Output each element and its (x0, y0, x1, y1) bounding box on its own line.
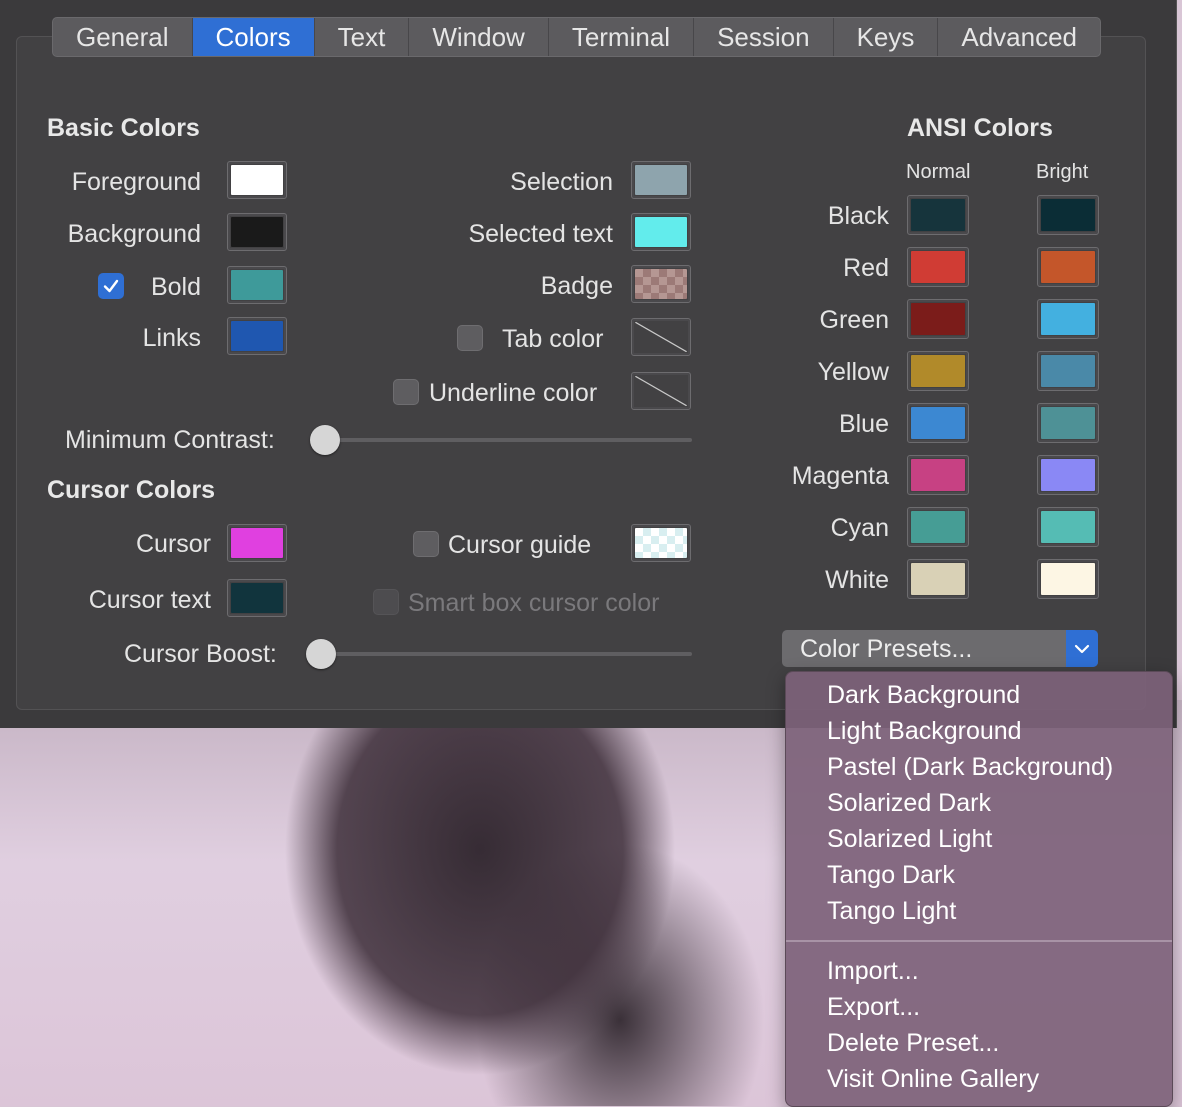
cursor-guide-label: Cursor guide (448, 531, 592, 559)
ansi-blue-normal-color-well[interactable] (907, 403, 969, 443)
bold-checkbox[interactable] (98, 273, 124, 299)
smart-box-cursor-checkbox[interactable] (373, 589, 399, 615)
tab-session[interactable]: Session (694, 18, 834, 56)
badge-color-well[interactable] (631, 265, 691, 303)
cursor-text-color-well[interactable] (227, 579, 287, 617)
cursor-boost-label: Cursor Boost: (124, 640, 277, 668)
badge-label: Badge (540, 272, 613, 300)
menu-item-pastel-dark-background[interactable]: Pastel (Dark Background) (827, 753, 1113, 782)
ansi-normal-column-label: Normal (906, 161, 971, 183)
preferences-window: General Colors Text Window Terminal Sess… (0, 0, 1177, 728)
tab-window[interactable]: Window (409, 18, 549, 56)
smart-box-cursor-label: Smart box cursor color (408, 589, 660, 617)
foreground-label: Foreground (71, 168, 201, 196)
menu-item-import[interactable]: Import... (827, 957, 919, 986)
ansi-cyan-bright-color-well[interactable] (1037, 507, 1099, 547)
minimum-contrast-label: Minimum Contrast: (65, 426, 275, 454)
ansi-red-label: Red (843, 254, 889, 282)
tab-color-label: Tab color (502, 325, 604, 353)
cursor-color-well[interactable] (227, 524, 287, 562)
color-presets-popup-button[interactable]: Color Presets... (782, 630, 1098, 667)
no-color-icon (635, 322, 687, 352)
color-presets-label: Color Presets... (800, 635, 973, 663)
ansi-red-normal-color-well[interactable] (907, 247, 969, 287)
menu-item-tango-light[interactable]: Tango Light (827, 897, 956, 926)
ansi-green-normal-color-well[interactable] (907, 299, 969, 339)
cursor-colors-heading: Cursor Colors (47, 476, 216, 504)
background-color-well[interactable] (227, 213, 287, 251)
tab-keys[interactable]: Keys (834, 18, 939, 56)
ansi-yellow-normal-color-well[interactable] (907, 351, 969, 391)
chevron-down-icon (1066, 630, 1098, 667)
menu-separator (786, 940, 1172, 942)
menu-item-tango-dark[interactable]: Tango Dark (827, 861, 955, 890)
ansi-blue-label: Blue (838, 410, 889, 438)
tab-color-checkbox[interactable] (457, 325, 483, 351)
selected-text-label: Selected text (468, 220, 613, 248)
bold-color-well[interactable] (227, 266, 287, 304)
menu-item-solarized-dark[interactable]: Solarized Dark (827, 789, 991, 818)
ansi-colors-heading: ANSI Colors (907, 114, 1053, 142)
underline-color-checkbox[interactable] (393, 379, 419, 405)
foreground-color-well[interactable] (227, 161, 287, 199)
cursor-guide-color-well[interactable] (631, 524, 691, 562)
color-presets-menu: Dark Background Light Background Pastel … (785, 671, 1173, 1107)
tab-advanced[interactable]: Advanced (938, 18, 1100, 56)
minimum-contrast-slider-knob[interactable] (310, 425, 340, 455)
no-color-icon (635, 376, 687, 406)
ansi-yellow-bright-color-well[interactable] (1037, 351, 1099, 391)
bold-label: Bold (150, 273, 201, 301)
cursor-boost-slider-knob[interactable] (306, 639, 336, 669)
selection-color-well[interactable] (631, 161, 691, 199)
ansi-black-label: Black (827, 202, 889, 230)
links-color-well[interactable] (227, 317, 287, 355)
ansi-magenta-label: Magenta (791, 462, 889, 490)
ansi-blue-bright-color-well[interactable] (1037, 403, 1099, 443)
ansi-red-bright-color-well[interactable] (1037, 247, 1099, 287)
ansi-bright-column-label: Bright (1036, 161, 1089, 183)
ansi-black-normal-color-well[interactable] (907, 195, 969, 235)
ansi-cyan-label: Cyan (830, 514, 889, 542)
menu-item-light-background[interactable]: Light Background (827, 717, 1022, 746)
selected-text-color-well[interactable] (631, 213, 691, 251)
menu-item-export[interactable]: Export... (827, 993, 920, 1022)
tab-bar: General Colors Text Window Terminal Sess… (52, 17, 1102, 57)
links-label: Links (142, 324, 201, 352)
ansi-white-normal-color-well[interactable] (907, 559, 969, 599)
ansi-yellow-label: Yellow (817, 358, 889, 386)
underline-color-label: Underline color (429, 379, 598, 407)
tab-text[interactable]: Text (315, 18, 410, 56)
ansi-cyan-normal-color-well[interactable] (907, 507, 969, 547)
background-label: Background (67, 220, 201, 248)
cursor-boost-slider-track[interactable] (315, 652, 692, 656)
cursor-guide-checkbox[interactable] (413, 531, 439, 557)
basic-colors-heading: Basic Colors (47, 114, 200, 142)
tab-colors[interactable]: Colors (192, 18, 315, 56)
ansi-magenta-bright-color-well[interactable] (1037, 455, 1099, 495)
menu-item-visit-online-gallery[interactable]: Visit Online Gallery (827, 1065, 1039, 1094)
underline-color-well[interactable] (631, 372, 691, 410)
menu-item-delete-preset[interactable]: Delete Preset... (827, 1029, 999, 1058)
tab-color-well[interactable] (631, 318, 691, 356)
tab-general[interactable]: General (53, 18, 193, 56)
ansi-magenta-normal-color-well[interactable] (907, 455, 969, 495)
ansi-black-bright-color-well[interactable] (1037, 195, 1099, 235)
ansi-green-bright-color-well[interactable] (1037, 299, 1099, 339)
menu-item-solarized-light[interactable]: Solarized Light (827, 825, 992, 854)
cursor-text-label: Cursor text (88, 586, 211, 614)
minimum-contrast-slider-track[interactable] (320, 438, 692, 442)
ansi-white-label: White (825, 566, 889, 594)
tab-terminal[interactable]: Terminal (549, 18, 695, 56)
menu-item-dark-background[interactable]: Dark Background (827, 681, 1020, 710)
ansi-white-bright-color-well[interactable] (1037, 559, 1099, 599)
ansi-green-label: Green (819, 306, 889, 334)
selection-label: Selection (510, 168, 613, 196)
cursor-label: Cursor (135, 530, 211, 558)
checkmark-icon (103, 279, 119, 293)
